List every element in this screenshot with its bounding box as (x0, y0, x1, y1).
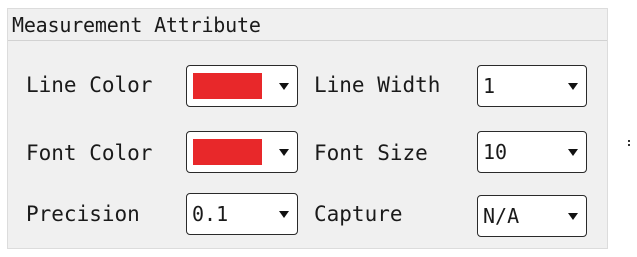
chevron-down-icon (279, 211, 289, 218)
line-width-dropdown[interactable]: 1 (477, 65, 587, 107)
line-color-dropdown[interactable] (186, 65, 298, 107)
precision-label: Precision (26, 202, 140, 226)
chevron-down-icon (568, 213, 578, 220)
font-color-label: Font Color (26, 141, 153, 165)
font-color-swatch (193, 139, 262, 165)
precision-value: 0.1 (192, 202, 229, 226)
capture-dropdown[interactable]: N/A (477, 195, 587, 237)
font-size-dropdown[interactable]: 10 (477, 131, 587, 173)
line-color-swatch (193, 73, 262, 99)
capture-value: N/A (483, 204, 520, 228)
panel-header: Measurement Attribute (8, 9, 607, 41)
font-color-dropdown[interactable] (186, 131, 298, 173)
precision-dropdown[interactable]: 0.1 (186, 193, 298, 235)
chevron-down-icon (568, 149, 578, 156)
line-width-label: Line Width (314, 73, 441, 97)
font-size-label: Font Size (314, 141, 428, 165)
measurement-attribute-panel: Measurement Attribute Line Color Line Wi… (7, 8, 608, 249)
clipped-colon-mark (628, 140, 631, 146)
font-size-value: 10 (483, 140, 508, 164)
line-color-label: Line Color (26, 73, 153, 97)
chevron-down-icon (279, 149, 289, 156)
panel-title: Measurement Attribute (12, 13, 261, 37)
chevron-down-icon (279, 83, 289, 90)
line-width-value: 1 (483, 74, 496, 98)
capture-label: Capture (314, 202, 403, 226)
chevron-down-icon (568, 83, 578, 90)
